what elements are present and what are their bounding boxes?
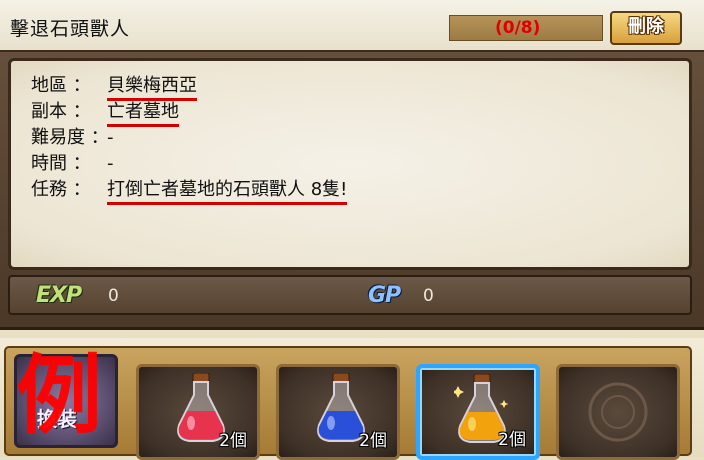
slot-3-count: 2個 — [498, 430, 526, 450]
mission-value: 打倒亡者墓地的石頭獸人 8隻! — [107, 175, 348, 205]
delete-button[interactable]: 刪除 — [610, 11, 682, 45]
exp-label: EXP — [36, 283, 82, 308]
example-watermark: 例 — [16, 345, 102, 446]
time-label: 時間 ： — [31, 153, 91, 174]
progress-counter: (0/8) — [495, 18, 541, 38]
reward-bar: EXP 0 GP 0 — [8, 275, 692, 315]
slot-2-count: 2個 — [359, 431, 387, 451]
info-row-mission: 任務 ： 打倒亡者墓地的石頭獸人 8隻! — [31, 175, 348, 205]
empty-slot-emblem-icon — [588, 382, 648, 442]
gp-value: 0 — [423, 286, 434, 306]
info-row-difficulty: 難易度 ：- — [31, 123, 114, 149]
instance-value: 亡者墓地 — [107, 97, 179, 127]
region-label: 地區 ： — [31, 75, 91, 96]
difficulty-label: 難易度 ： — [31, 127, 109, 148]
exp-value: 0 — [108, 286, 119, 306]
quest-info-panel: 地區 ：貝樂梅西亞 副本 ：亡者墓地 難易度 ：- 時間 ： - 任務 ：打倒亡者… — [8, 58, 692, 270]
quest-window: 擊退石頭獸人 (0/8) 刪除 地區 ：貝樂梅西亞 副本 ：亡者墓地 難易度 ：… — [0, 0, 704, 330]
slot-1-count: 2個 — [219, 431, 247, 451]
time-value: - — [107, 153, 114, 174]
gp-label: GP — [368, 283, 401, 308]
instance-label: 副本 ： — [31, 101, 91, 122]
progress-box: (0/8) — [449, 15, 603, 41]
inventory-slot-4-empty[interactable] — [556, 364, 680, 460]
title-bar: 擊退石頭獸人 (0/8) 刪除 — [0, 0, 704, 52]
inventory-slot-1[interactable]: 2個 — [136, 364, 260, 460]
inventory-slot-3[interactable]: 2個 — [416, 364, 540, 460]
info-row-time: 時間 ： - — [31, 149, 114, 175]
inventory-slot-2[interactable]: 2個 — [276, 364, 400, 460]
difficulty-value: - — [107, 127, 114, 148]
quest-title: 擊退石頭獸人 — [10, 18, 131, 40]
mission-label: 任務 ： — [31, 179, 91, 200]
